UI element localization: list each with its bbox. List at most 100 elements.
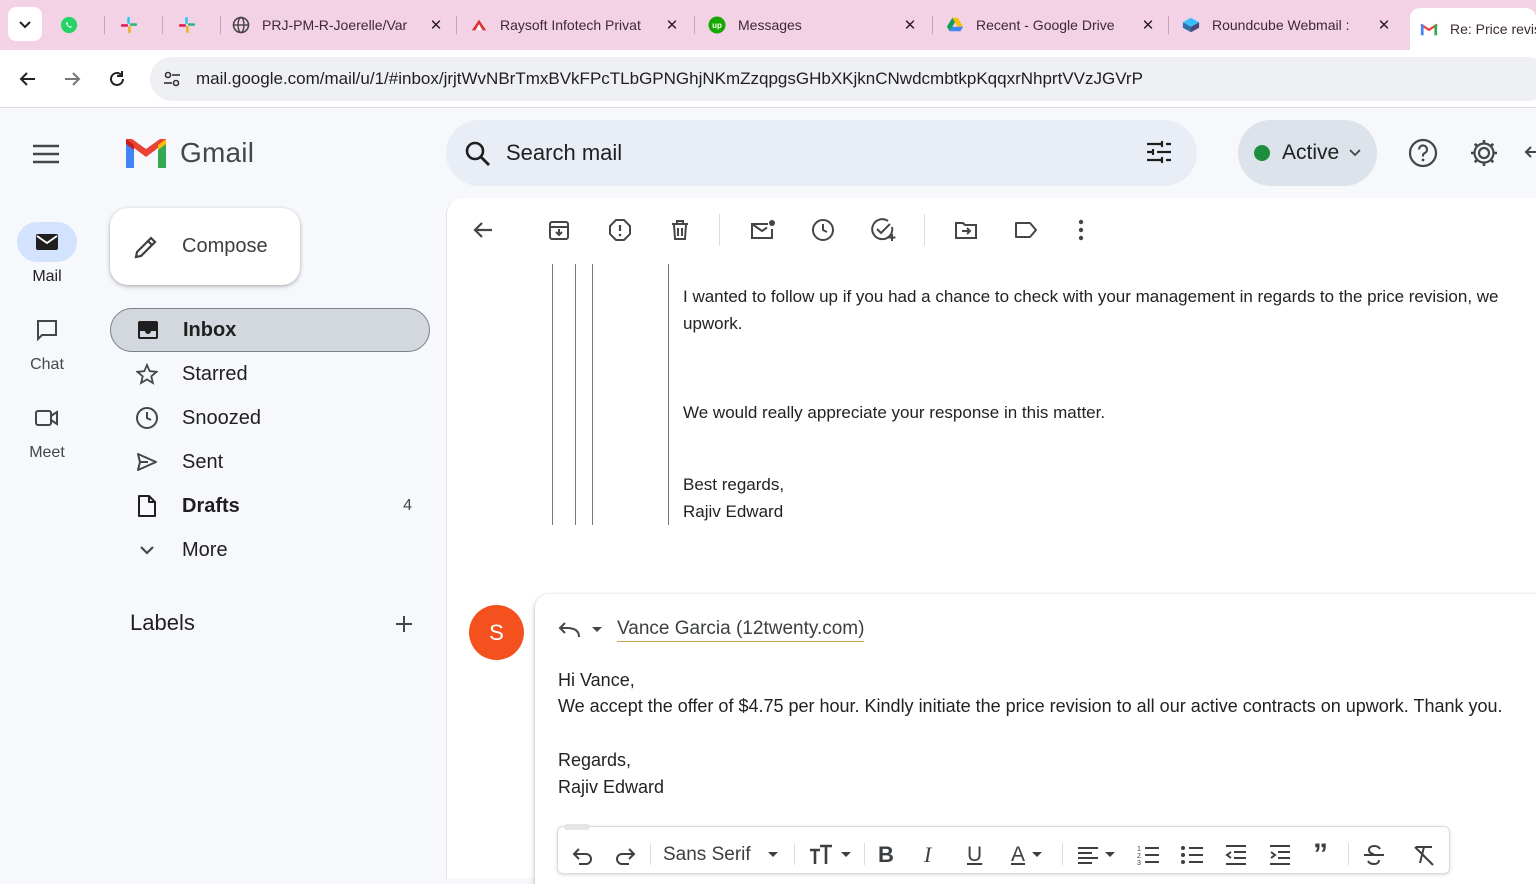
sidebar-item-inbox[interactable]: Inbox — [110, 308, 430, 352]
reply-icon[interactable] — [557, 620, 581, 640]
report-icon — [609, 219, 631, 241]
formatting-toolbar: Sans Serif B I U A 123 ” — [557, 824, 1450, 874]
sidebar-item-snoozed[interactable]: Snoozed — [110, 396, 430, 440]
gmail-logo[interactable]: Gmail — [124, 136, 254, 170]
indent-more-button[interactable] — [1268, 843, 1292, 867]
drag-handle[interactable] — [564, 824, 590, 830]
label-icon — [1015, 222, 1037, 238]
font-size-button[interactable] — [808, 843, 852, 867]
rail-item-meet[interactable]: Meet — [0, 398, 94, 462]
close-icon[interactable]: ✕ — [426, 16, 446, 34]
address-bar[interactable]: mail.google.com/mail/u/1/#inbox/jrjtWvNB… — [150, 57, 1536, 101]
settings-button[interactable] — [1469, 138, 1499, 168]
browser-tab-slack-1[interactable] — [120, 8, 160, 42]
remove-formatting-button[interactable] — [1412, 843, 1436, 867]
avatar[interactable]: S — [469, 605, 524, 660]
reply-body-text[interactable]: Rajiv Edward — [558, 777, 664, 798]
reply-body-text[interactable]: Regards, — [558, 750, 631, 771]
tab-title: Raysoft Infotech Privat — [500, 17, 641, 33]
site-settings-icon[interactable] — [162, 69, 182, 89]
tab-search-button[interactable] — [8, 7, 42, 41]
numbered-list-button[interactable]: 123 — [1136, 843, 1160, 867]
close-icon[interactable]: ✕ — [1138, 16, 1158, 34]
sidebar-item-drafts[interactable]: Drafts 4 — [110, 484, 430, 528]
browser-tab-google-drive[interactable]: Recent - Google Drive ✕ — [946, 8, 1158, 42]
align-button[interactable] — [1076, 843, 1116, 867]
indent-less-button[interactable] — [1224, 843, 1248, 867]
chat-icon — [37, 320, 57, 342]
labels-button[interactable] — [1012, 216, 1040, 244]
archive-button[interactable] — [545, 216, 573, 244]
search-icon[interactable] — [464, 140, 492, 168]
sidebar-item-more[interactable]: More — [110, 528, 430, 572]
browser-tab-gmail-active[interactable]: Re: Price revis — [1410, 8, 1536, 50]
arrow-left-icon — [19, 72, 35, 86]
redo-button[interactable] — [614, 843, 638, 867]
compose-button[interactable]: Compose — [110, 208, 300, 285]
whatsapp-icon — [60, 16, 78, 34]
sidebar-item-starred[interactable]: Starred — [110, 352, 430, 396]
quote-button[interactable]: ” — [1313, 838, 1328, 871]
snooze-button[interactable] — [809, 216, 837, 244]
gmail-icon — [1420, 20, 1438, 38]
plus-icon — [396, 616, 412, 632]
upwork-icon: up — [708, 16, 726, 34]
browser-tab-roundcube[interactable]: Roundcube Webmail : ✕ — [1182, 8, 1394, 42]
search-bar — [446, 120, 1197, 186]
underline-button[interactable]: U — [967, 843, 982, 867]
text-color-button[interactable]: A — [1011, 843, 1043, 867]
back-to-inbox-button[interactable] — [469, 216, 497, 244]
side-panel-toggle[interactable] — [1524, 144, 1536, 160]
gmail-logo-icon — [126, 139, 166, 168]
browser-tab-raysoft[interactable]: Raysoft Infotech Privat ✕ — [470, 8, 682, 42]
indent-less-icon — [1225, 845, 1246, 865]
bulleted-list-button[interactable] — [1180, 843, 1204, 867]
browser-tab-whatsapp[interactable] — [60, 8, 100, 42]
browser-tab-slack-2[interactable] — [178, 8, 218, 42]
svg-text:1: 1 — [1137, 846, 1141, 853]
clock-icon — [134, 406, 160, 430]
folder-move-icon — [955, 222, 977, 239]
reply-body-text[interactable]: We accept the offer of $4.75 per hour. K… — [558, 696, 1503, 717]
rail-item-chat[interactable]: Chat — [0, 310, 94, 374]
sidebar-item-label: Snoozed — [182, 406, 261, 429]
italic-button[interactable]: I — [924, 842, 931, 867]
numbered-list-icon: 123 — [1137, 846, 1159, 866]
svg-text:up: up — [712, 21, 722, 30]
sidebar-item-sent[interactable]: Sent — [110, 440, 430, 484]
message-toolbar — [447, 198, 1536, 262]
forward-button[interactable] — [57, 64, 87, 94]
chevron-down-icon[interactable] — [591, 626, 603, 634]
rail-item-mail[interactable]: Mail — [0, 222, 94, 286]
browser-tab-messages[interactable]: up Messages ✕ — [708, 8, 920, 42]
more-actions-button[interactable] — [1067, 216, 1095, 244]
reload-button[interactable] — [102, 64, 132, 94]
browser-toolbar: mail.google.com/mail/u/1/#inbox/jrjtWvNB… — [0, 50, 1536, 108]
undo-button[interactable] — [570, 843, 594, 867]
delete-button[interactable] — [666, 216, 694, 244]
main-menu-button[interactable] — [30, 142, 62, 166]
strikethrough-button[interactable] — [1362, 843, 1386, 867]
close-icon[interactable]: ✕ — [1374, 16, 1394, 34]
create-label-button[interactable] — [392, 612, 416, 636]
report-spam-button[interactable] — [606, 216, 634, 244]
url-text: mail.google.com/mail/u/1/#inbox/jrjtWvNB… — [196, 69, 1143, 88]
close-icon[interactable]: ✕ — [662, 16, 682, 34]
search-input[interactable] — [506, 140, 1106, 166]
recipient-chip[interactable]: Vance Garcia (12twenty.com) — [617, 618, 865, 642]
help-button[interactable] — [1408, 138, 1438, 168]
status-selector[interactable]: Active — [1238, 120, 1377, 186]
bulleted-list-icon — [1181, 846, 1203, 864]
close-icon[interactable]: ✕ — [900, 16, 920, 34]
bold-button[interactable]: B — [878, 842, 894, 867]
search-options-icon[interactable] — [1145, 139, 1173, 165]
quote-bar — [592, 264, 593, 525]
reply-body-text[interactable]: Hi Vance, — [558, 670, 635, 691]
quoted-text: I wanted to follow up if you had a chanc… — [683, 287, 1499, 306]
move-to-button[interactable] — [952, 216, 980, 244]
add-to-tasks-button[interactable] — [870, 216, 898, 244]
browser-tab-prj[interactable]: PRJ-PM-R-Joerelle/Var ✕ — [232, 8, 446, 42]
mark-unread-button[interactable] — [749, 216, 777, 244]
back-button[interactable] — [13, 64, 43, 94]
font-family-select[interactable]: Sans Serif — [663, 843, 779, 867]
